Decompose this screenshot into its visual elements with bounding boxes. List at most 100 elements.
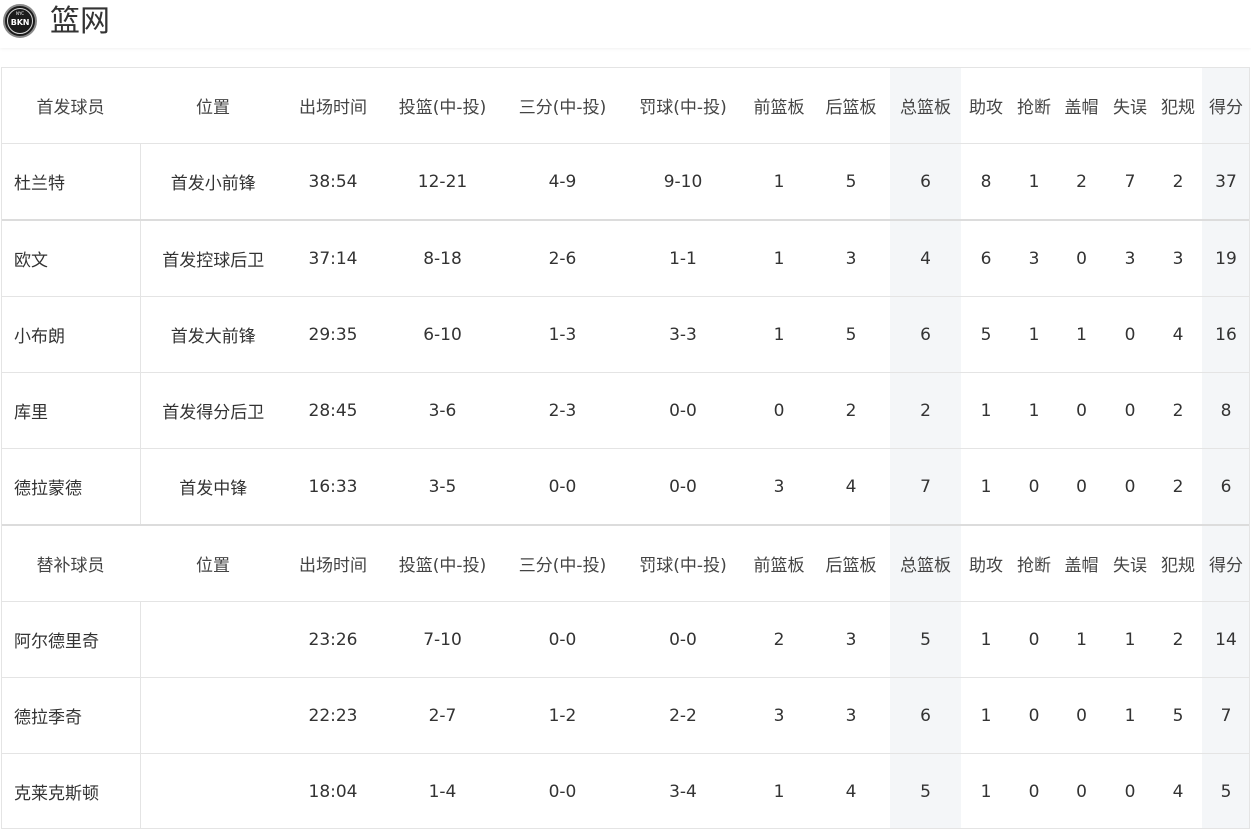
cell-reb: 5 bbox=[890, 753, 961, 829]
header-stl: 抢断 bbox=[1011, 524, 1057, 602]
header-blk: 盖帽 bbox=[1057, 524, 1106, 602]
header-pf: 犯规 bbox=[1154, 524, 1202, 602]
cell-position: 首发中锋 bbox=[139, 448, 286, 525]
cell-blk: 0 bbox=[1057, 219, 1106, 297]
cell-reb: 6 bbox=[890, 677, 961, 754]
cell-minutes: 22:23 bbox=[286, 677, 380, 754]
cell-pts: 37 bbox=[1202, 143, 1250, 220]
table-row: 阿尔德里奇 23:26 7-10 0-0 0-0 2 3 5 1 0 1 1 2 14 bbox=[1, 601, 1250, 678]
cell-player: 小布朗 bbox=[1, 296, 140, 373]
cell-tov: 0 bbox=[1106, 372, 1154, 449]
cell-dreb: 3 bbox=[812, 601, 890, 678]
cell-reb: 7 bbox=[890, 448, 961, 525]
header-minutes: 出场时间 bbox=[286, 67, 380, 144]
cell-dreb: 4 bbox=[812, 753, 890, 829]
cell-pts: 7 bbox=[1202, 677, 1250, 754]
cell-dreb: 3 bbox=[812, 677, 890, 754]
cell-reb: 6 bbox=[890, 296, 961, 373]
header-three: 三分(中-投) bbox=[505, 524, 620, 602]
header-player: 首发球员 bbox=[1, 67, 140, 144]
table-row: 库里 首发得分后卫 28:45 3-6 2-3 0-0 0 2 2 1 1 0 0 2 8 bbox=[1, 372, 1250, 449]
header-pf: 犯规 bbox=[1154, 67, 1202, 144]
cell-ft: 2-2 bbox=[620, 677, 746, 754]
table-row: 德拉蒙德 首发中锋 16:33 3-5 0-0 0-0 3 4 7 1 0 0 0 2 6 bbox=[1, 448, 1250, 525]
cell-fg: 7-10 bbox=[380, 601, 505, 678]
cell-three: 1-2 bbox=[505, 677, 620, 754]
cell-reb: 5 bbox=[890, 601, 961, 678]
cell-pf: 4 bbox=[1154, 753, 1202, 829]
header-ast: 助攻 bbox=[961, 67, 1011, 144]
cell-ast: 8 bbox=[961, 143, 1011, 220]
cell-player: 阿尔德里奇 bbox=[1, 601, 140, 678]
cell-stl: 0 bbox=[1011, 677, 1057, 754]
header-pts: 得分 bbox=[1202, 524, 1250, 602]
cell-blk: 0 bbox=[1057, 753, 1106, 829]
team-logo-icon: NYC BKN bbox=[3, 4, 37, 38]
table-row: 克莱克斯顿 18:04 1-4 0-0 3-4 1 4 5 1 0 0 0 4 5 bbox=[1, 753, 1250, 829]
cell-player: 欧文 bbox=[1, 219, 140, 297]
cell-pts: 14 bbox=[1202, 601, 1250, 678]
cell-stl: 0 bbox=[1011, 448, 1057, 525]
cell-position bbox=[139, 753, 286, 829]
cell-ast: 5 bbox=[961, 296, 1011, 373]
header-tov: 失误 bbox=[1106, 524, 1154, 602]
starters-header-row: 首发球员 位置 出场时间 投篮(中-投) 三分(中-投) 罚球(中-投) 前篮板 后篮板 总篮板… bbox=[1, 67, 1250, 144]
bench-header-row: 替补球员 位置 出场时间 投篮(中-投) 三分(中-投) 罚球(中-投) 前篮板 后篮板 总篮板… bbox=[1, 524, 1250, 602]
cell-three: 4-9 bbox=[505, 143, 620, 220]
cell-ft: 0-0 bbox=[620, 448, 746, 525]
cell-fg: 6-10 bbox=[380, 296, 505, 373]
cell-position: 首发控球后卫 bbox=[139, 219, 286, 297]
header-fg: 投篮(中-投) bbox=[380, 67, 505, 144]
cell-pts: 16 bbox=[1202, 296, 1250, 373]
cell-fg: 3-6 bbox=[380, 372, 505, 449]
header-dreb: 后篮板 bbox=[812, 67, 890, 144]
header-oreb: 前篮板 bbox=[746, 524, 812, 602]
cell-position bbox=[139, 677, 286, 754]
box-score-body: 首发球员 位置 出场时间 投篮(中-投) 三分(中-投) 罚球(中-投) 前篮板 后篮板 总篮板… bbox=[1, 67, 1250, 829]
header-pts: 得分 bbox=[1202, 67, 1250, 144]
box-score-table: 首发球员 位置 出场时间 投篮(中-投) 三分(中-投) 罚球(中-投) 前篮板 后篮板 总篮板… bbox=[1, 67, 1250, 829]
header-stl: 抢断 bbox=[1011, 67, 1057, 144]
cell-ft: 3-3 bbox=[620, 296, 746, 373]
header-tov: 失误 bbox=[1106, 67, 1154, 144]
cell-oreb: 1 bbox=[746, 219, 812, 297]
cell-oreb: 3 bbox=[746, 448, 812, 525]
cell-ast: 6 bbox=[961, 219, 1011, 297]
cell-ft: 1-1 bbox=[620, 219, 746, 297]
cell-dreb: 5 bbox=[812, 296, 890, 373]
cell-ft: 0-0 bbox=[620, 601, 746, 678]
cell-position: 首发小前锋 bbox=[139, 143, 286, 220]
cell-oreb: 0 bbox=[746, 372, 812, 449]
cell-oreb: 1 bbox=[746, 753, 812, 829]
cell-minutes: 38:54 bbox=[286, 143, 380, 220]
cell-tov: 0 bbox=[1106, 753, 1154, 829]
cell-oreb: 3 bbox=[746, 677, 812, 754]
cell-three: 0-0 bbox=[505, 448, 620, 525]
cell-stl: 1 bbox=[1011, 143, 1057, 220]
team-name: 篮网 bbox=[50, 4, 110, 39]
header-three: 三分(中-投) bbox=[505, 67, 620, 144]
team-logo-small-text: NYC bbox=[15, 11, 24, 16]
cell-player: 德拉季奇 bbox=[1, 677, 140, 754]
cell-ft: 3-4 bbox=[620, 753, 746, 829]
cell-pts: 19 bbox=[1202, 219, 1250, 297]
cell-blk: 0 bbox=[1057, 677, 1106, 754]
cell-pf: 5 bbox=[1154, 677, 1202, 754]
header-ast: 助攻 bbox=[961, 524, 1011, 602]
cell-minutes: 16:33 bbox=[286, 448, 380, 525]
cell-stl: 1 bbox=[1011, 296, 1057, 373]
cell-dreb: 4 bbox=[812, 448, 890, 525]
cell-fg: 12-21 bbox=[380, 143, 505, 220]
cell-reb: 2 bbox=[890, 372, 961, 449]
cell-pts: 5 bbox=[1202, 753, 1250, 829]
cell-tov: 0 bbox=[1106, 448, 1154, 525]
cell-minutes: 28:45 bbox=[286, 372, 380, 449]
cell-ast: 1 bbox=[961, 601, 1011, 678]
cell-ast: 1 bbox=[961, 677, 1011, 754]
cell-position bbox=[139, 601, 286, 678]
cell-ast: 1 bbox=[961, 753, 1011, 829]
cell-fg: 1-4 bbox=[380, 753, 505, 829]
cell-oreb: 1 bbox=[746, 296, 812, 373]
cell-player: 杜兰特 bbox=[1, 143, 140, 220]
cell-minutes: 18:04 bbox=[286, 753, 380, 829]
